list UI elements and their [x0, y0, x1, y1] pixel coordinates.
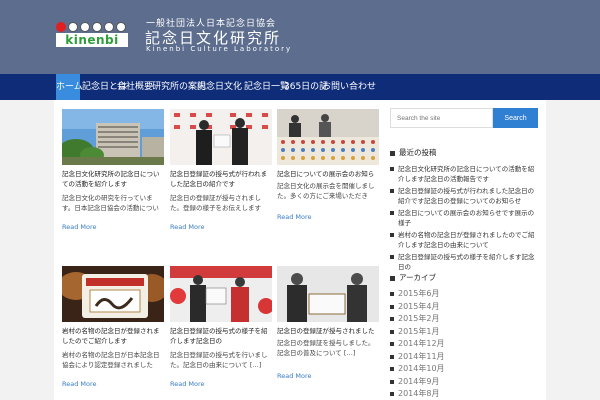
nav-item-about-kinenbi[interactable]: 記念日とは	[82, 74, 127, 100]
recent-posts-list: 記念日文化研究所の記念日についての活動を紹介します記念日の活動報告です 記念日登…	[390, 164, 540, 274]
post-title[interactable]: 記念日登録証の授与式の様子を紹介します記念日の	[170, 326, 272, 346]
post-title[interactable]: 岩村の名物の記念日が登録されましたのでご紹介します	[62, 326, 164, 346]
square-bullet-icon	[390, 342, 394, 346]
post-excerpt: 記念日文化の展示会を開催しました。多くの方にご来場いただき […]	[277, 182, 375, 200]
post-title[interactable]: 記念日の登録証が授与されました	[277, 326, 379, 336]
square-bullet-icon	[390, 150, 395, 156]
archives-list: 2015年6月 2015年4月 2015年2月 2015年1月 2014年12月…	[390, 288, 540, 400]
square-bullet-icon	[390, 354, 394, 359]
square-bullet-icon	[390, 255, 394, 259]
list-item[interactable]: 岩村の名物の記念日が登録されましたのでご紹介します記念日の由来について	[390, 230, 540, 250]
read-more-link[interactable]: Read More	[277, 372, 312, 380]
list-item[interactable]: 記念日登録証の授与式が行われました記念日の紹介です記念日の登録についてのお知らせ	[390, 186, 540, 206]
nav-item-company[interactable]: 会社概要	[117, 74, 153, 100]
square-bullet-icon	[390, 233, 394, 237]
archive-item[interactable]: 2014年9月	[390, 376, 540, 389]
food-product-photo-icon	[62, 266, 164, 322]
square-bullet-icon	[390, 304, 394, 309]
post-thumbnail[interactable]	[170, 109, 272, 165]
post-excerpt: 記念日の登録証が授与されました。登録の様子をお伝えします […]	[170, 194, 261, 212]
post-card: 記念日についての展示会のお知らせです 記念日文化の展示会を開催しました。多くの方…	[277, 109, 379, 229]
post-card: 記念日登録証の授与式の様子を紹介します記念日の 記念日登録証の授与式を行いました…	[170, 266, 272, 396]
square-bullet-icon	[390, 275, 395, 281]
post-card: 記念日登録証の授与式が行われました記念日の紹介です 記念日の登録証が授与されまし…	[170, 109, 272, 239]
read-more-link[interactable]: Read More	[62, 223, 97, 231]
read-more-link[interactable]: Read More	[170, 223, 205, 231]
list-item[interactable]: 記念日についての展示会のお知らせです展示の様子	[390, 208, 540, 228]
read-more-link[interactable]: Read More	[170, 380, 205, 388]
nav-item-365[interactable]: 365日の記	[284, 74, 328, 100]
archive-item[interactable]: 2014年11月	[390, 351, 540, 364]
square-bullet-icon	[390, 379, 394, 384]
post-thumbnail[interactable]	[62, 109, 164, 165]
archive-item[interactable]: 2015年1月	[390, 326, 540, 339]
square-bullet-icon	[390, 292, 394, 296]
square-bullet-icon	[390, 167, 394, 171]
archive-item[interactable]: 2014年12月	[390, 338, 540, 351]
post-thumbnail[interactable]	[170, 266, 272, 322]
nav-item-home[interactable]: ホーム	[56, 74, 83, 100]
nav-item-contact[interactable]: お問い合わせ	[322, 74, 376, 100]
search-input[interactable]	[390, 108, 493, 128]
logo-wordmark: kinenbi	[56, 33, 128, 47]
archives-title: アーカイブ	[390, 272, 436, 283]
main-navigation: ホーム 記念日とは 会社概要 研究所の案内 記念日文化 記念日一覧 365日の記…	[0, 74, 600, 100]
recent-posts-title: 最近の投稿	[390, 147, 437, 158]
list-item[interactable]: 記念日文化研究所の記念日についての活動を紹介します記念日の活動報告です	[390, 164, 540, 184]
list-item[interactable]: 記念日登録証の授与式の様子を紹介します記念日の	[390, 252, 540, 272]
post-excerpt: 記念日の登録証を授与しました。記念日の普及について […]	[277, 339, 375, 357]
square-bullet-icon	[390, 317, 394, 321]
post-excerpt: 記念日登録証の授与式を行いました。記念日の由来について […]	[170, 351, 268, 369]
square-bullet-icon	[390, 329, 394, 334]
archive-item[interactable]: 2014年10月	[390, 363, 540, 376]
nav-item-lab-info[interactable]: 研究所の案内	[152, 74, 206, 100]
archive-item[interactable]: 2014年8月	[390, 388, 540, 400]
post-title[interactable]: 記念日登録証の授与式が行われました記念日の紹介です	[170, 169, 272, 189]
archive-item[interactable]: 2015年6月	[390, 288, 540, 301]
post-excerpt: 岩村の名物の記念日が日本記念日協会により認定登録されました […]	[62, 351, 160, 369]
square-bullet-icon	[390, 189, 394, 193]
read-more-link[interactable]: Read More	[277, 213, 312, 221]
post-card: 岩村の名物の記念日が登録されましたのでご紹介します 岩村の名物の記念日が日本記念…	[62, 266, 164, 396]
square-bullet-icon	[390, 367, 394, 371]
search-button[interactable]: Search	[493, 108, 538, 128]
award-photo-icon	[170, 266, 272, 322]
post-card: 記念日の登録証が授与されました 記念日の登録証を授与しました。記念日の普及につい…	[277, 266, 379, 386]
post-excerpt: 記念日文化の研究を行っています。日本記念日協会の活動について […]	[62, 194, 159, 212]
post-thumbnail[interactable]	[62, 266, 164, 322]
archive-item[interactable]: 2015年4月	[390, 301, 540, 314]
post-thumbnail[interactable]	[277, 109, 379, 165]
certificate-photo-icon	[277, 266, 379, 322]
post-thumbnail[interactable]	[277, 266, 379, 322]
building-photo-icon	[62, 109, 164, 165]
nav-item-list[interactable]: 記念日一覧	[244, 74, 289, 100]
site-header: kinenbi 一般社団法人日本記念日協会 記念日文化研究所 Kinenbi C…	[0, 0, 600, 74]
ceremony-photo-icon	[170, 109, 272, 165]
post-card: 記念日文化研究所の記念日についての活動を紹介します 記念日文化の研究を行っていま…	[62, 109, 164, 239]
nav-item-culture[interactable]: 記念日文化	[197, 74, 242, 100]
archive-item[interactable]: 2015年2月	[390, 313, 540, 326]
post-title[interactable]: 記念日についての展示会のお知らせです	[277, 169, 379, 179]
site-logo[interactable]: kinenbi	[56, 22, 128, 48]
read-more-link[interactable]: Read More	[62, 380, 97, 388]
site-title-english: Kinenbi Culture Laboratory	[146, 45, 293, 53]
square-bullet-icon	[390, 392, 394, 396]
square-bullet-icon	[390, 211, 394, 215]
post-title[interactable]: 記念日文化研究所の記念日についての活動を紹介します	[62, 169, 164, 189]
exhibition-photo-icon	[277, 109, 379, 165]
